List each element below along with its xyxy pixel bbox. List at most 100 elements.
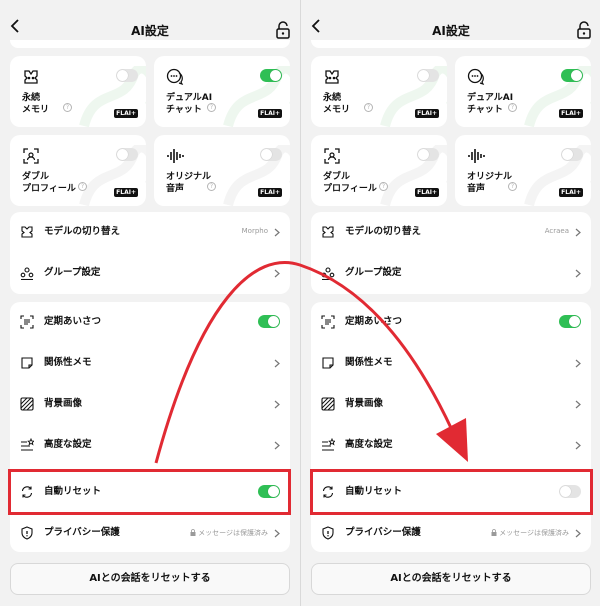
double-profile-toggle[interactable] (116, 148, 138, 161)
help-icon[interactable]: ? (207, 103, 216, 112)
help-icon[interactable]: ? (63, 103, 72, 112)
flai-badge: FLAI+ (559, 109, 583, 118)
chevron-right-icon (575, 441, 581, 450)
help-icon[interactable]: ? (508, 182, 517, 191)
chevron-right-icon (274, 228, 280, 237)
row-label: モデルの切り替え (44, 226, 121, 237)
card-label: オリジナル 音声 (467, 172, 513, 194)
memory-icon (24, 70, 38, 84)
greeting-icon (20, 315, 34, 329)
help-icon[interactable]: ? (508, 103, 517, 112)
waveform-icon (468, 149, 485, 163)
lock-icon (190, 529, 196, 536)
row-label: 高度な設定 (44, 439, 92, 450)
flai-badge: FLAI+ (114, 188, 138, 197)
help-icon[interactable]: ? (379, 182, 388, 191)
chevron-right-icon (274, 529, 280, 538)
chevron-right-icon (575, 228, 581, 237)
dual-chat-toggle[interactable] (561, 69, 583, 82)
row-label: プライバシー保護 (345, 527, 421, 538)
memory-icon (325, 70, 339, 84)
privacy-status-text: メッセージは保護済み (198, 529, 268, 537)
model-icon (21, 226, 33, 238)
row-group-settings[interactable]: グループ設定 (10, 253, 290, 293)
chevron-right-icon (274, 441, 280, 450)
background-image-icon (20, 397, 34, 411)
background-image-icon (321, 397, 335, 411)
flai-badge: FLAI+ (415, 109, 439, 118)
memory-toggle[interactable] (116, 69, 138, 82)
row-relation-memo[interactable]: 関係性メモ (311, 343, 591, 383)
highlight-box-before (8, 469, 291, 515)
chevron-right-icon (575, 400, 581, 409)
chat-bubble-icon (166, 68, 184, 86)
dual-chat-toggle[interactable] (260, 69, 282, 82)
card-double-profile: ダブル プロフィール ? FLAI+ (311, 135, 447, 206)
chevron-right-icon (274, 359, 280, 368)
privacy-status: メッセージは保護済み (491, 528, 569, 538)
card-label: デュアルAI チャット (467, 93, 514, 115)
shield-icon (322, 526, 334, 540)
row-model-switch[interactable]: モデルの切り替え Acraea (311, 212, 591, 252)
right-screen: AI設定 永続 メモリ ? FLAI+ デュアルAI チャット ? FLAI+ … (300, 0, 600, 606)
help-icon[interactable]: ? (207, 182, 216, 191)
unlock-icon[interactable] (275, 21, 291, 39)
greeting-toggle[interactable] (559, 315, 581, 328)
row-background-image[interactable]: 背景画像 (311, 384, 591, 424)
memo-icon (322, 357, 334, 369)
flai-badge: FLAI+ (559, 188, 583, 197)
row-advanced-settings[interactable]: 高度な設定 (10, 425, 290, 465)
page-title: AI設定 (432, 24, 470, 38)
card-label: デュアルAI チャット (166, 93, 213, 115)
unlock-icon[interactable] (576, 21, 592, 39)
card-label: 永続 メモリ (323, 93, 351, 115)
row-privacy[interactable]: プライバシー保護 メッセージは保護済み (10, 513, 290, 553)
row-background-image[interactable]: 背景画像 (10, 384, 290, 424)
page-title: AI設定 (131, 24, 169, 38)
shield-icon (21, 526, 33, 540)
memo-icon (21, 357, 33, 369)
profile-frame-icon (324, 148, 340, 164)
privacy-status: メッセージは保護済み (190, 528, 268, 538)
waveform-icon (167, 149, 184, 163)
chevron-right-icon (575, 359, 581, 368)
greeting-toggle[interactable] (258, 315, 280, 328)
chevron-right-icon (274, 400, 280, 409)
row-label: 背景画像 (44, 398, 83, 409)
flai-badge: FLAI+ (415, 188, 439, 197)
group-icon (20, 267, 34, 280)
original-voice-toggle[interactable] (561, 148, 583, 161)
row-relation-memo[interactable]: 関係性メモ (10, 343, 290, 383)
chevron-right-icon (575, 529, 581, 538)
greeting-icon (321, 315, 335, 329)
original-voice-toggle[interactable] (260, 148, 282, 161)
help-icon[interactable]: ? (78, 182, 87, 191)
reset-conversation-button[interactable]: AIとの会話をリセットする (10, 563, 290, 595)
double-profile-toggle[interactable] (417, 148, 439, 161)
reset-conversation-button[interactable]: AIとの会話をリセットする (311, 563, 591, 595)
group-icon (321, 267, 335, 280)
row-label: 定期あいさつ (44, 316, 102, 327)
row-periodic-greeting[interactable]: 定期あいさつ (10, 302, 290, 342)
row-privacy[interactable]: プライバシー保護 メッセージは保護済み (311, 513, 591, 553)
card-dual-chat: デュアルAI チャット ? FLAI+ (455, 56, 591, 127)
card-memory: 永続 メモリ ? FLAI+ (10, 56, 146, 127)
card-double-profile: ダブル プロフィール ? FLAI+ (10, 135, 146, 206)
row-advanced-settings[interactable]: 高度な設定 (311, 425, 591, 465)
memory-toggle[interactable] (417, 69, 439, 82)
card-dual-chat: デュアルAI チャット ? FLAI+ (154, 56, 290, 127)
settings-group-model: モデルの切り替え Morpho グループ設定 (10, 212, 290, 294)
row-label: 関係性メモ (44, 357, 92, 368)
chevron-right-icon (575, 269, 581, 278)
flai-badge: FLAI+ (258, 188, 282, 197)
model-icon (322, 226, 334, 238)
help-icon[interactable]: ? (364, 103, 373, 112)
card-label: ダブル プロフィール (323, 172, 377, 194)
row-periodic-greeting[interactable]: 定期あいさつ (311, 302, 591, 342)
row-label: グループ設定 (345, 267, 402, 278)
highlight-box-after (310, 469, 593, 515)
row-group-settings[interactable]: グループ設定 (311, 253, 591, 293)
chevron-right-icon (274, 269, 280, 278)
row-label: 高度な設定 (345, 439, 393, 450)
row-model-switch[interactable]: モデルの切り替え Morpho (10, 212, 290, 252)
